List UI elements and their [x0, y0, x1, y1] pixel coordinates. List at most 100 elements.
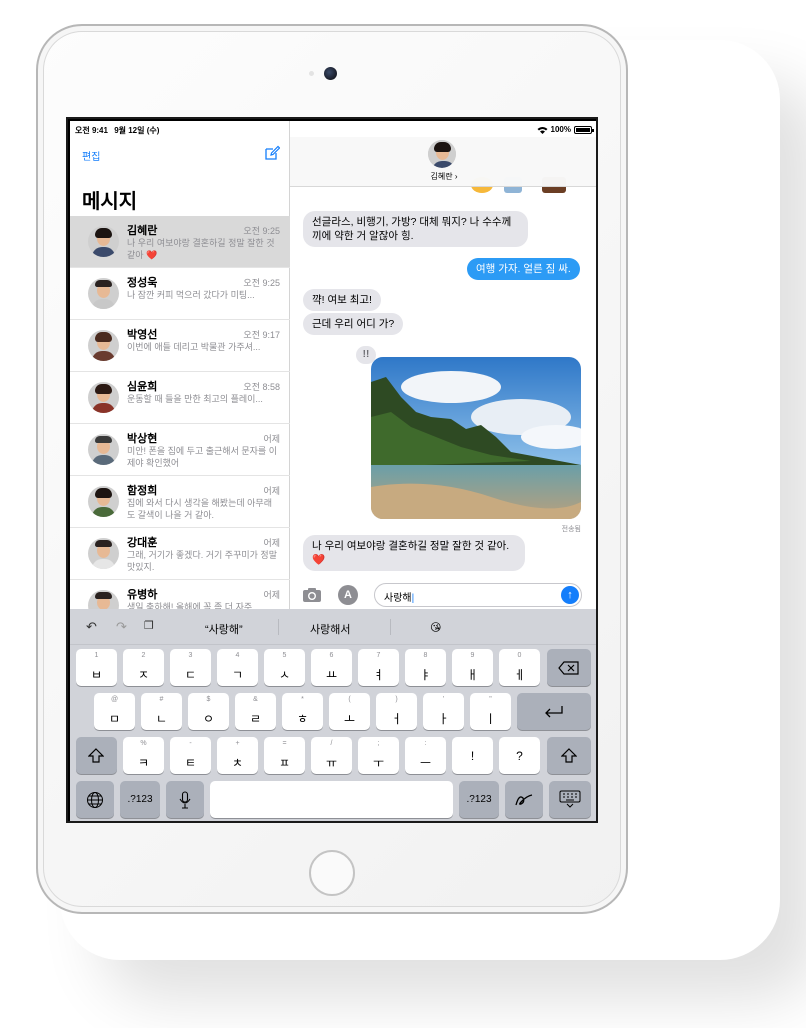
- numbers-key-right[interactable]: .?123: [459, 781, 499, 818]
- key-symbol: !: [470, 749, 475, 763]
- key[interactable]: :ㅡ: [405, 737, 446, 774]
- key[interactable]: 5ㅅ: [264, 649, 305, 686]
- key[interactable]: 0ㅔ: [499, 649, 540, 686]
- front-camera: [324, 67, 337, 80]
- key-symbol: =: [282, 740, 287, 747]
- key[interactable]: + ㅊ: [217, 737, 258, 774]
- numbers-key-label: .?123: [127, 794, 153, 805]
- conversation-preview: 미안! 폰을 집에 두고 출근해서 문자를 이제야 확인했어: [127, 446, 277, 468]
- prediction-3[interactable]: 😘: [430, 621, 441, 634]
- key[interactable]: 9ㅐ: [452, 649, 493, 686]
- conversation-name: 유병하: [127, 589, 158, 601]
- conversation-item[interactable]: 박영선 오전 9:17 이번에 애들 데리고 박물관 가주셔...: [70, 320, 290, 372]
- avatar: [428, 140, 456, 168]
- key[interactable]: 3ㄷ: [170, 649, 211, 686]
- conversation-sidebar: 편집 메시지 김혜란 오전 9:25 나 우리 여보야랑 결혼하길 정말 잘한 …: [70, 121, 290, 632]
- key-letter: ㅋ: [137, 756, 150, 770]
- key[interactable]: / ㅠ: [311, 737, 352, 774]
- key[interactable]: 4ㄱ: [217, 649, 258, 686]
- prediction-1[interactable]: “사랑해”: [205, 621, 243, 637]
- redo-icon[interactable]: ↷: [116, 619, 127, 635]
- key[interactable]: (ㅗ: [329, 693, 370, 730]
- prediction-2[interactable]: 사랑해서: [310, 621, 350, 637]
- message-bubble[interactable]: 나 우리 여보야랑 결혼하길 정말 잘한 것 같아. ❤️: [303, 535, 525, 571]
- space-key[interactable]: [210, 781, 453, 818]
- compose-icon[interactable]: [264, 145, 280, 161]
- message-bubble[interactable]: 근데 우리 어디 가?: [303, 313, 404, 335]
- key-number: 0: [517, 652, 522, 659]
- beach-photo[interactable]: [371, 357, 581, 519]
- return-icon: [545, 706, 563, 718]
- key[interactable]: -ㅌ: [170, 737, 211, 774]
- key-number: 8: [423, 652, 428, 659]
- key-symbol: (: [348, 696, 351, 703]
- conversation-header[interactable]: 김혜란 ›: [290, 137, 596, 187]
- handwriting-key[interactable]: [505, 781, 543, 818]
- conversation-preview: 이번에 애들 데리고 박물관 가주셔...: [127, 342, 261, 352]
- conversation-name: 김혜란: [127, 225, 158, 237]
- key-letter: ㅐ: [466, 668, 479, 682]
- key[interactable]: * ㅎ: [282, 693, 323, 730]
- contact-avatar[interactable]: [428, 140, 456, 168]
- conversation-preview: 나 잠깐 커피 먹으러 갔다가 미팅...: [127, 290, 255, 300]
- message-input[interactable]: 사랑해| ↑: [374, 583, 582, 607]
- conversation-item[interactable]: 강대훈 어제 그래, 거기가 좋겠다. 거기 주꾸미가 정말 맛있지.: [70, 528, 290, 580]
- key[interactable]: 6ㅛ: [311, 649, 352, 686]
- key[interactable]: 8ㅑ: [405, 649, 446, 686]
- numbers-key[interactable]: .?123: [120, 781, 160, 818]
- key[interactable]: ' ㅏ: [423, 693, 464, 730]
- key[interactable]: 7ㅕ: [358, 649, 399, 686]
- message-bubble[interactable]: 선글라스, 비행기, 가방? 대체 뭐지? 나 수수께끼에 약한 거 알잖아 힝…: [303, 211, 528, 247]
- page: 편집 메시지 김혜란 오전 9:25 나 우리 여보야랑 결혼하길 정말 잘한 …: [0, 0, 806, 1028]
- delete-key[interactable]: [547, 649, 591, 686]
- send-button[interactable]: ↑: [561, 586, 579, 604]
- key[interactable]: 1ㅂ: [76, 649, 117, 686]
- key-letter: ㅑ: [419, 668, 432, 682]
- message-bubble[interactable]: 여행 가자. 얼른 짐 싸.: [467, 258, 580, 280]
- key-symbol: ?: [516, 749, 523, 763]
- question-key[interactable]: ?: [499, 737, 540, 774]
- camera-icon[interactable]: [302, 587, 322, 603]
- hide-keyboard-key[interactable]: [549, 781, 591, 818]
- screen: 편집 메시지 김혜란 오전 9:25 나 우리 여보야랑 결혼하길 정말 잘한 …: [66, 117, 598, 823]
- conversation-time: 오전 9:25: [243, 226, 280, 236]
- key[interactable]: $ ㅇ: [188, 693, 229, 730]
- conversation-item[interactable]: 김혜란 오전 9:25 나 우리 여보야랑 결혼하길 정말 잘한 것 같아 ❤️: [70, 216, 290, 268]
- key[interactable]: ) ㅓ: [376, 693, 417, 730]
- key[interactable]: % ㅋ: [123, 737, 164, 774]
- key[interactable]: ; ㅜ: [358, 737, 399, 774]
- conversation-item[interactable]: 심윤희 오전 8:58 운동할 때 들을 만한 최고의 플레이...: [70, 372, 290, 424]
- contact-name[interactable]: 김혜란 ›: [290, 171, 596, 182]
- dictation-key[interactable]: [166, 781, 204, 818]
- conversation-item[interactable]: 정성욱 오전 9:25 나 잠깐 커피 먹으러 갔다가 미팅...: [70, 268, 290, 320]
- conversation-name: 정성욱: [127, 277, 158, 289]
- globe-key[interactable]: [76, 781, 114, 818]
- exclamation-key[interactable]: !: [452, 737, 493, 774]
- key[interactable]: = ㅍ: [264, 737, 305, 774]
- key-number: 5: [282, 652, 287, 659]
- delete-icon: [558, 661, 579, 675]
- key[interactable]: @ ㅁ: [94, 693, 135, 730]
- app-store-icon[interactable]: A: [338, 585, 358, 605]
- key-symbol: $: [206, 696, 211, 703]
- message-bubble[interactable]: 꺅! 여보 최고!: [303, 289, 381, 311]
- keyboard: ↶ ↷ ❐ “사랑해” 사랑해서 😘 1ㅂ 2ㅈ 3ㄷ 4ㄱ 5ㅅ 6ㅛ 7ㅕ …: [70, 609, 596, 821]
- shift-key-right[interactable]: [547, 737, 591, 774]
- conversation-item[interactable]: 박상현 어제 미안! 폰을 집에 두고 출근해서 문자를 이제야 확인했어: [70, 424, 290, 476]
- return-key[interactable]: [517, 693, 591, 730]
- key-number: 7: [376, 652, 381, 659]
- paste-icon[interactable]: ❐: [144, 619, 154, 632]
- avatar: [88, 226, 119, 257]
- home-button[interactable]: [309, 850, 355, 896]
- key[interactable]: 2ㅈ: [123, 649, 164, 686]
- avatar: [88, 382, 119, 413]
- shift-key[interactable]: [76, 737, 117, 774]
- key[interactable]: " ㅣ: [470, 693, 511, 730]
- key[interactable]: & ㄹ: [235, 693, 276, 730]
- conversation-item[interactable]: 함정희 어제 집에 와서 다시 생각을 해봤는데 아무래도 갈색이 나을 거 같…: [70, 476, 290, 528]
- edit-button[interactable]: 편집: [82, 148, 100, 163]
- key-symbol: ): [395, 696, 398, 703]
- key[interactable]: # ㄴ: [141, 693, 182, 730]
- undo-icon[interactable]: ↶: [86, 619, 97, 635]
- key-letter: ㅊ: [231, 756, 244, 770]
